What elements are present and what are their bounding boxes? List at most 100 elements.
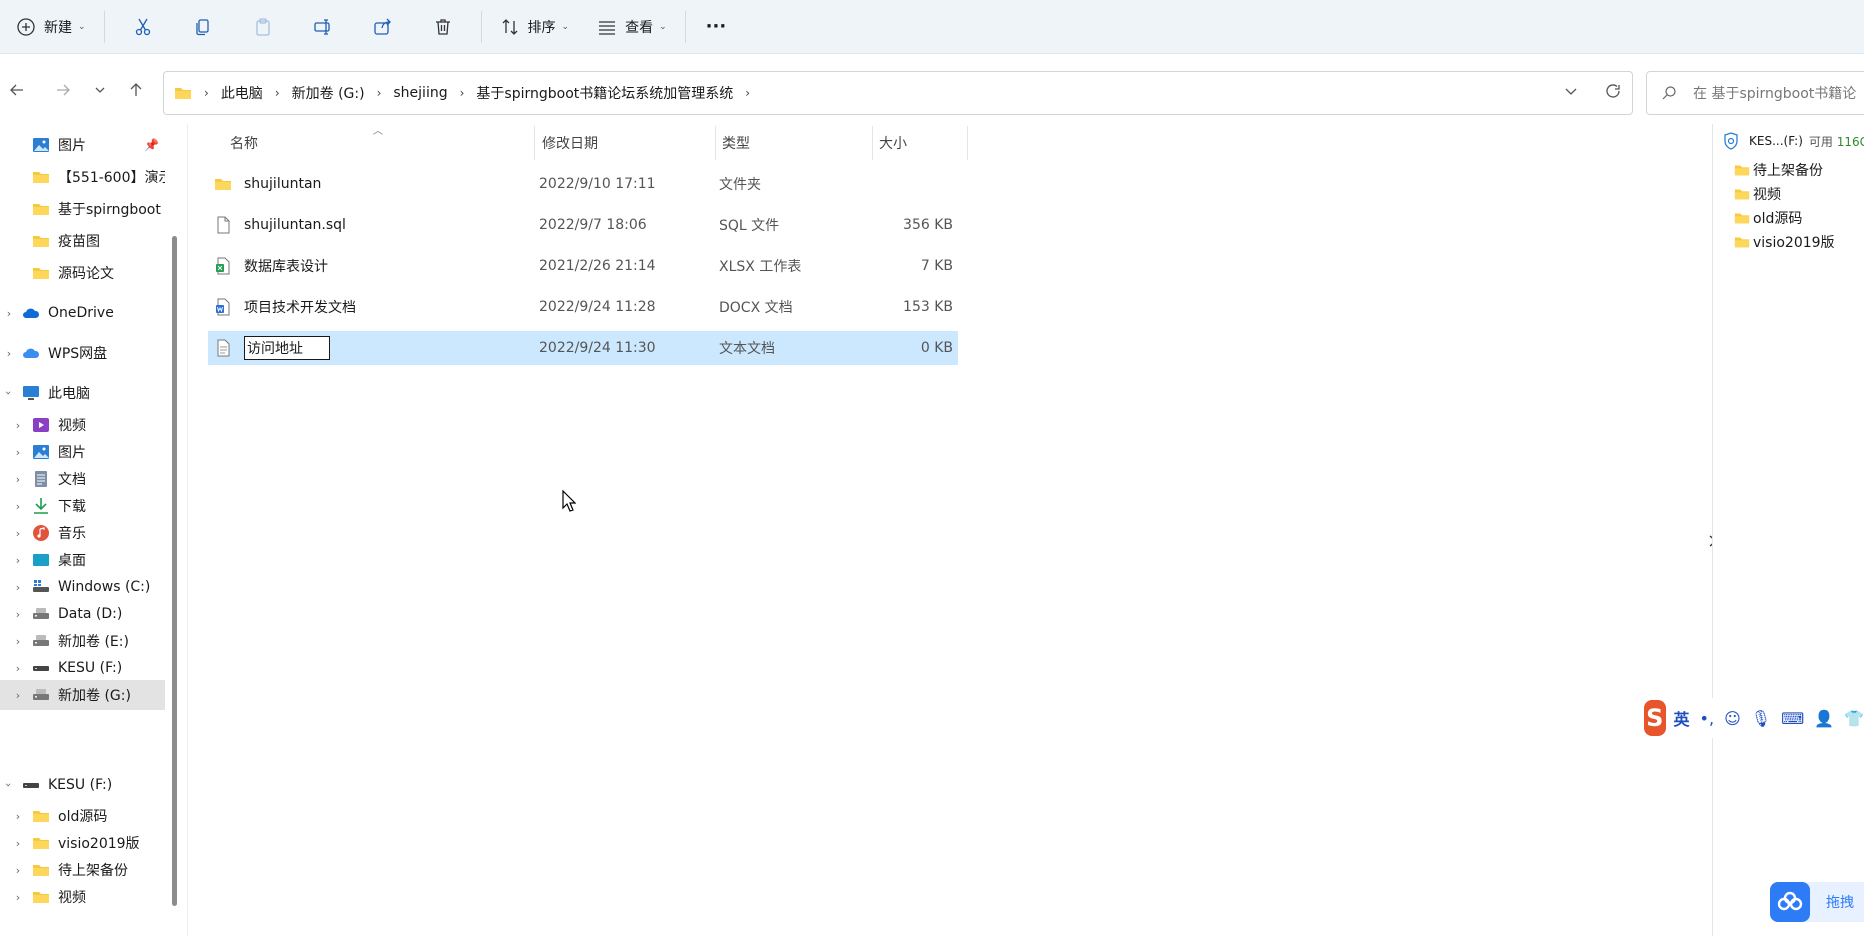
breadcrumb-item[interactable]: shejiing <box>393 85 447 101</box>
address-actions <box>1562 82 1622 104</box>
search-box[interactable]: 在 基于spirngboot书籍论 <box>1646 71 1864 115</box>
column-header-type[interactable]: 类型 <box>722 124 750 162</box>
sidebar-item-pc-3[interactable]: › 下载 <box>0 491 165 521</box>
more-button[interactable]: ··· <box>694 7 739 47</box>
chevron-right-icon[interactable]: › <box>3 307 15 320</box>
sidebar-item-kesu-1[interactable]: › visio2019版 <box>0 828 165 858</box>
sidebar-item-pc-7[interactable]: › Data (D:) <box>0 599 165 629</box>
sidebar-item-pc-9[interactable]: › KESU (F:) <box>0 653 165 683</box>
chevron-right-icon[interactable]: › <box>12 891 24 904</box>
sidebar-item-wps[interactable]: › WPS网盘 <box>0 338 165 368</box>
copy-button[interactable] <box>173 7 233 47</box>
breadcrumb-item[interactable]: 新加卷 (G:) <box>292 83 365 103</box>
chevron-right-icon[interactable]: › <box>12 500 24 513</box>
sogou-logo[interactable]: S <box>1644 700 1666 736</box>
sidebar-item-pc-8[interactable]: › 新加卷 (E:) <box>0 626 165 656</box>
cut-button[interactable] <box>113 7 173 47</box>
breadcrumb-item[interactable]: 基于spirngboot书籍论坛系统加管理系统 <box>476 83 733 103</box>
sidebar-item-pc-1[interactable]: › 图片 <box>0 437 165 467</box>
preview-folder-item[interactable]: old源码 <box>1733 208 1802 228</box>
keyboard-icon[interactable]: ⌨ <box>1781 709 1804 728</box>
sidebar-item-folder-551[interactable]: 【551-600】演示 <box>0 162 165 192</box>
delete-button[interactable] <box>413 7 473 47</box>
forward-button[interactable] <box>49 76 77 104</box>
sidebar-item-this-pc[interactable]: › 此电脑 <box>0 378 165 408</box>
sidebar-item-pc-2[interactable]: › 文档 <box>0 464 165 494</box>
column-divider[interactable] <box>872 126 873 160</box>
preview-folder-item[interactable]: 待上架备份 <box>1733 160 1823 180</box>
new-button[interactable]: 新建 ⌄ <box>6 7 96 47</box>
chevron-right-icon[interactable]: › <box>12 864 24 877</box>
chevron-right-icon[interactable]: › <box>12 837 24 850</box>
breadcrumb-separator[interactable]: › <box>377 86 382 100</box>
breadcrumb-item[interactable]: 此电脑 <box>221 83 263 103</box>
breadcrumb-separator[interactable]: › <box>275 86 280 100</box>
file-row[interactable]: 访问地址 2022/9/24 11:30 文本文档 0 KB <box>208 331 958 365</box>
chevron-down-icon[interactable]: › <box>3 779 16 791</box>
preview-folder-item[interactable]: visio2019版 <box>1733 232 1835 252</box>
sort-button[interactable]: 排序 ⌄ <box>490 7 580 47</box>
column-header-date[interactable]: 修改日期 <box>542 124 598 162</box>
chevron-right-icon[interactable]: › <box>12 635 24 648</box>
ime-language-toggle[interactable]: 英 <box>1674 706 1690 730</box>
chevron-right-icon[interactable]: › <box>12 810 24 823</box>
rename-input[interactable]: 访问地址 <box>244 336 330 360</box>
sidebar-item-pc-5[interactable]: › 桌面 <box>0 545 165 575</box>
back-button[interactable] <box>3 76 31 104</box>
chevron-down-icon[interactable]: › <box>3 387 16 399</box>
skin-icon[interactable]: 👕 <box>1844 709 1864 728</box>
chevron-right-icon[interactable]: › <box>12 473 24 486</box>
column-divider[interactable] <box>534 126 535 160</box>
file-row[interactable]: 数据库表设计 2021/2/26 21:14 XLSX 工作表 7 KB <box>208 249 958 283</box>
file-row[interactable]: shujiluntan 2022/9/10 17:11 文件夹 <box>208 167 958 201</box>
chevron-right-icon[interactable]: › <box>12 689 24 702</box>
sidebar-item-pc-0[interactable]: › 视频 <box>0 410 165 440</box>
ime-punctuation-toggle[interactable]: •, <box>1700 709 1715 728</box>
sidebar-item-onedrive[interactable]: › OneDrive <box>0 298 165 328</box>
file-row[interactable]: 项目技术开发文档 2022/9/24 11:28 DOCX 文档 153 KB <box>208 290 958 324</box>
sidebar-item-kesu-0[interactable]: › old源码 <box>0 801 165 831</box>
address-history-button[interactable] <box>1562 82 1580 104</box>
column-header-size[interactable]: 大小 <box>879 124 907 162</box>
breadcrumb-separator[interactable]: › <box>745 86 750 100</box>
sidebar-item-pc-6[interactable]: › Windows (C:) <box>0 572 165 602</box>
sidebar-scrollbar[interactable] <box>172 236 177 906</box>
chevron-right-icon[interactable]: › <box>3 347 15 360</box>
chevron-right-icon[interactable]: › <box>12 581 24 594</box>
chevron-right-icon[interactable]: › <box>12 554 24 567</box>
sidebar-item-kesu[interactable]: › KESU (F:) <box>0 770 165 800</box>
drag-upload-widget[interactable]: 拖拽 <box>1770 882 1864 922</box>
sidebar-item-pc-4[interactable]: › 音乐 <box>0 518 165 548</box>
column-header-name[interactable]: 名称 <box>230 124 258 162</box>
chevron-right-icon[interactable]: › <box>12 446 24 459</box>
sidebar-item-pictures-quick[interactable]: 图片 📌 <box>0 130 165 160</box>
file-name: shujiluntan.sql <box>244 217 346 233</box>
up-button[interactable] <box>122 76 150 104</box>
chevron-right-icon[interactable]: › <box>12 419 24 432</box>
breadcrumb-separator[interactable]: › <box>460 86 465 100</box>
file-row[interactable]: shujiluntan.sql 2022/9/7 18:06 SQL 文件 356 K… <box>208 208 958 242</box>
chevron-right-icon[interactable]: › <box>12 608 24 621</box>
rename-button[interactable] <box>293 7 353 47</box>
emoji-icon[interactable]: ☺ <box>1724 709 1741 728</box>
address-bar[interactable]: › 此电脑 › 新加卷 (G:) › shejiing › 基于spirngbo… <box>163 71 1633 115</box>
recent-locations-button[interactable] <box>86 76 114 104</box>
view-button[interactable]: 查看 ⌄ <box>587 7 677 47</box>
chevron-right-icon[interactable]: › <box>12 527 24 540</box>
column-divider[interactable] <box>967 126 968 160</box>
user-icon[interactable]: 👤 <box>1814 709 1834 728</box>
column-divider[interactable] <box>715 126 716 160</box>
preview-folder-item[interactable]: 视频 <box>1733 184 1781 204</box>
sidebar-item-kesu-3[interactable]: › 视频 <box>0 882 165 912</box>
sidebar-item-folder-springboot[interactable]: 基于spirngboot <box>0 194 165 224</box>
microphone-icon[interactable]: 🎙 <box>1751 709 1771 728</box>
chevron-right-icon[interactable]: › <box>12 662 24 675</box>
sidebar-item-folder-vaccine[interactable]: 疫苗图 <box>0 226 165 256</box>
sidebar-item-folder-source[interactable]: 源码论文 <box>0 258 165 288</box>
sidebar-item-pc-10[interactable]: › 新加卷 (G:) <box>0 680 165 710</box>
sidebar-item-kesu-2[interactable]: › 待上架备份 <box>0 855 165 885</box>
ime-toolbar: S 英 •, ☺ 🎙 ⌨ 👤 👕 <box>1644 698 1864 738</box>
paste-button[interactable] <box>233 7 293 47</box>
share-button[interactable] <box>353 7 413 47</box>
refresh-button[interactable] <box>1604 82 1622 104</box>
